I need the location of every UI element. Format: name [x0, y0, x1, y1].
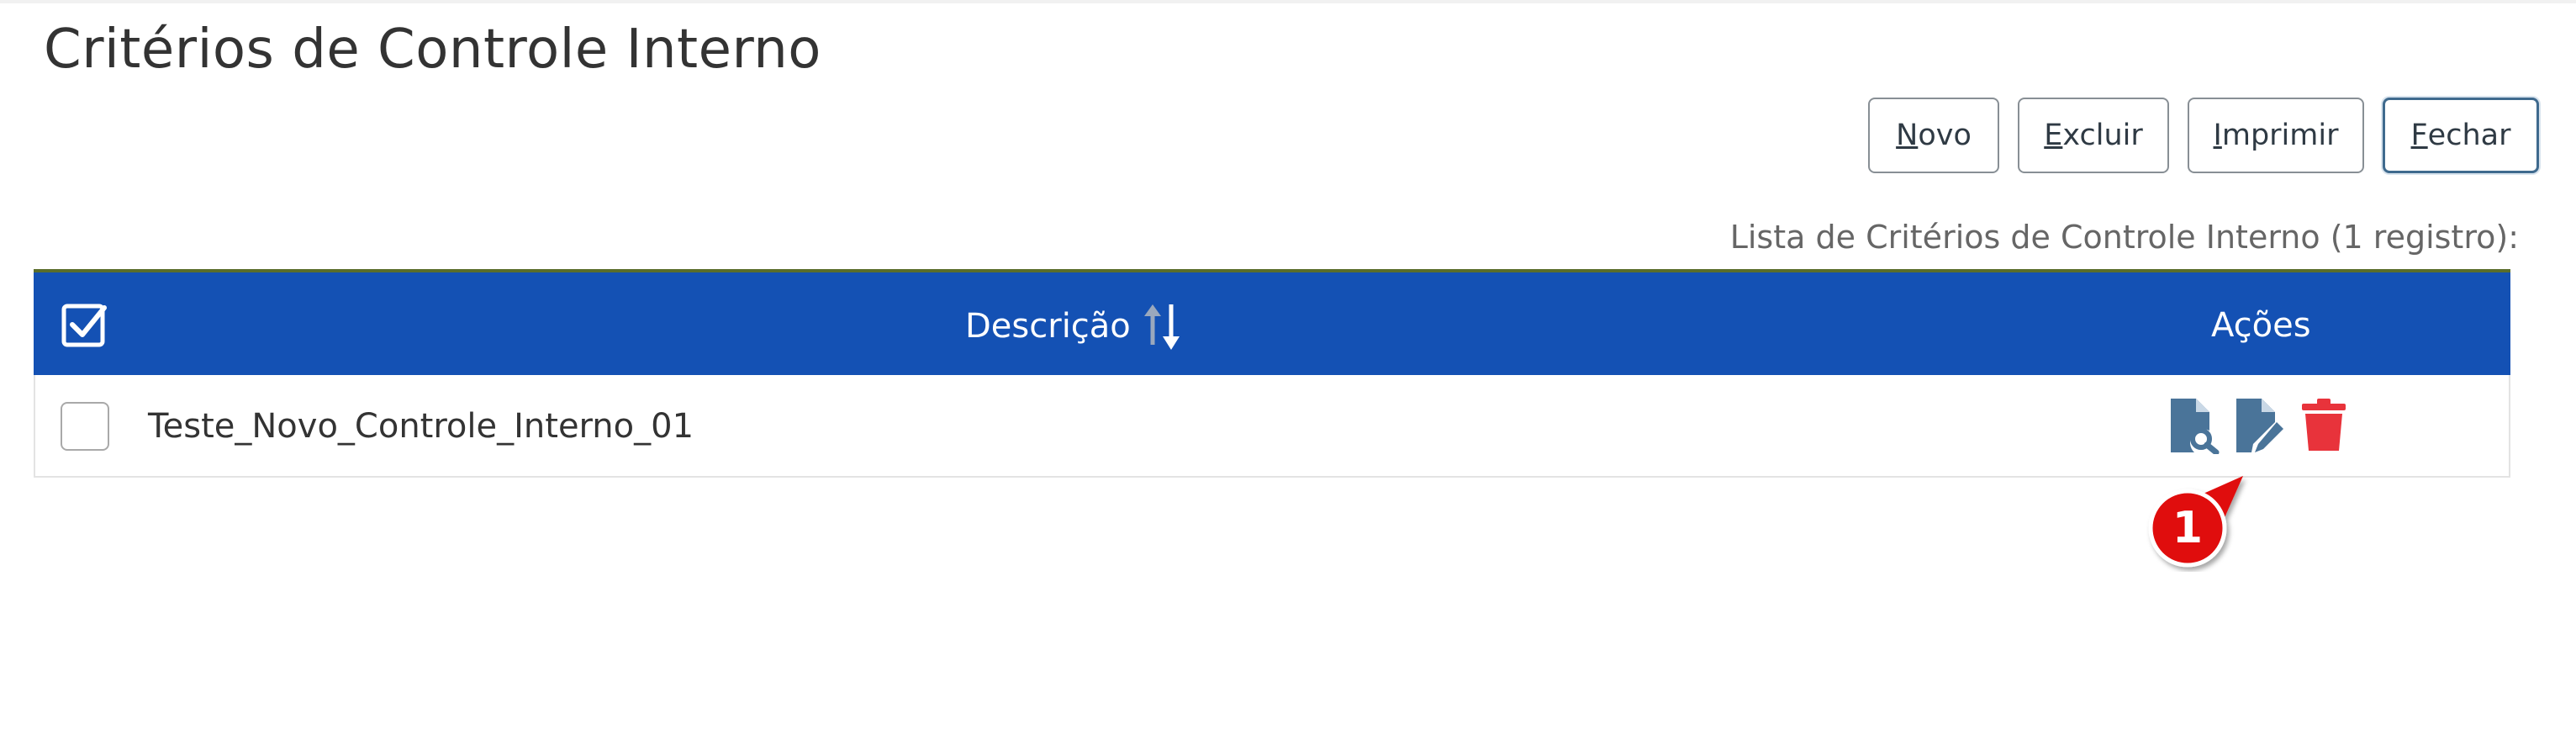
- novo-accel: N: [1896, 119, 1919, 152]
- file-search-icon[interactable]: [2166, 397, 2220, 454]
- excluir-accel: E: [2044, 119, 2063, 152]
- imprimir-button[interactable]: Imprimir: [2188, 98, 2364, 173]
- excluir-button[interactable]: Excluir: [2018, 98, 2169, 173]
- column-header-actions: Ações: [2211, 306, 2311, 345]
- table-header: Descrição Ações: [34, 272, 2510, 375]
- imprimir-accel: I: [2213, 119, 2222, 152]
- trash-icon[interactable]: [2297, 397, 2351, 454]
- novo-button[interactable]: Novo: [1868, 98, 1999, 173]
- fechar-accel: F: [2410, 119, 2428, 152]
- column-header-description[interactable]: Descrição: [965, 301, 1186, 352]
- row-description: Teste_Novo_Controle_Interno_01: [148, 407, 694, 446]
- page: Critérios de Controle Interno Novo Exclu…: [0, 0, 2576, 740]
- fechar-button[interactable]: Fechar: [2383, 98, 2539, 173]
- callout-number: 1: [2172, 503, 2204, 553]
- table-row[interactable]: Teste_Novo_Controle_Interno_01: [34, 375, 2510, 478]
- novo-label: ovo: [1918, 119, 1972, 152]
- column-description-label: Descrição: [965, 307, 1131, 346]
- fechar-label: echar: [2427, 119, 2511, 152]
- toolbar: Novo Excluir Imprimir Fechar: [1868, 98, 2539, 173]
- imprimir-label: mprimir: [2221, 119, 2339, 152]
- row-checkbox[interactable]: [61, 402, 109, 451]
- page-title: Critérios de Controle Interno: [44, 18, 821, 81]
- file-edit-icon[interactable]: [2231, 397, 2285, 454]
- list-caption: Lista de Critérios de Controle Interno (…: [1729, 219, 2519, 256]
- checkbox-checked-icon[interactable]: [61, 301, 109, 350]
- sort-arrows-icon[interactable]: [1138, 301, 1186, 352]
- criteria-table: Descrição Ações Teste_Novo_Controle_Inte…: [34, 269, 2510, 478]
- excluir-label: xcluir: [2062, 119, 2143, 152]
- top-divider: [0, 0, 2576, 3]
